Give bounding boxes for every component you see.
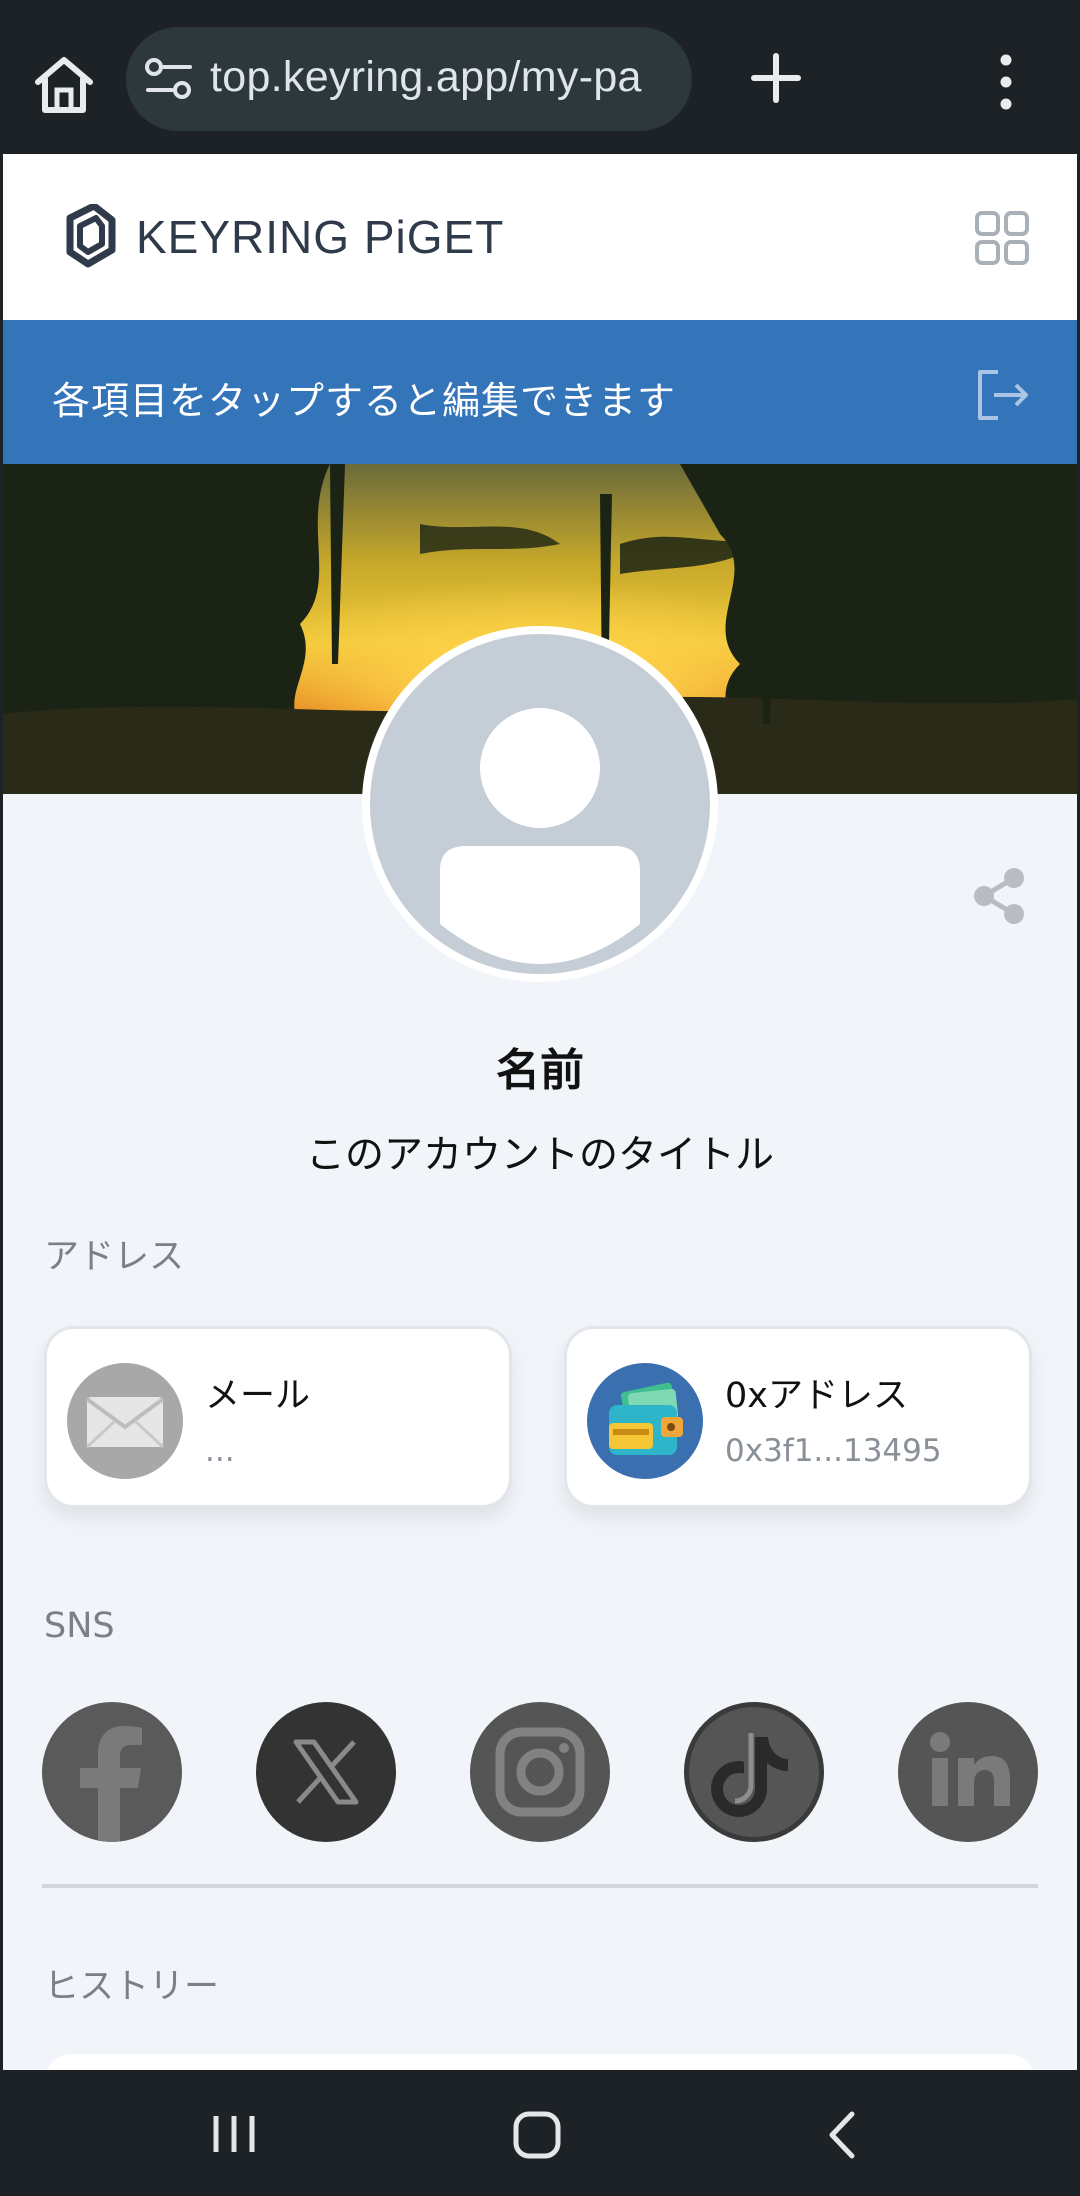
instagram-icon[interactable] [470,1702,610,1842]
tiktok-icon[interactable] [684,1702,824,1842]
email-card[interactable]: メール ... [44,1326,512,1508]
site-settings-icon[interactable] [144,57,194,101]
edit-hint-banner: 各項目をタップすると編集できます [0,320,1080,464]
profile-title[interactable]: このアカウントのタイトル [0,1124,1080,1180]
wallet-value: 0x3f1...13495 [725,1433,942,1469]
page-edge-left [0,154,3,2070]
system-navigation-bar [0,2070,1080,2196]
new-tab-icon[interactable] [748,50,804,106]
app-header: KEYRING PiGET [0,154,1080,320]
avatar[interactable] [362,626,718,982]
default-user-icon [440,708,640,964]
email-value: ... [205,1433,235,1469]
sns-section-label: SNS [44,1606,115,1646]
url-text[interactable]: top.keyring.app/my-pa [210,53,642,102]
brand-name[interactable]: KEYRING PiGET [136,210,504,264]
more-options-icon[interactable] [988,52,1024,112]
share-icon[interactable] [970,866,1030,926]
x-icon[interactable] [256,1702,396,1842]
edit-hint-text: 各項目をタップすると編集できます [52,379,677,423]
mail-icon [67,1363,183,1479]
history-card[interactable] [44,2054,1036,2070]
back-icon[interactable] [822,2110,862,2160]
facebook-icon[interactable] [42,1702,182,1842]
wallet-address-card[interactable]: 0xアドレス 0x3f1...13495 [564,1326,1032,1508]
profile-name[interactable]: 名前 [0,1034,1080,1098]
address-section-label: アドレス [44,1237,185,1277]
grid-menu-icon[interactable] [974,210,1030,266]
wallet-title: 0xアドレス [725,1376,908,1416]
home-icon[interactable] [30,50,98,118]
home-nav-icon[interactable] [512,2110,562,2160]
section-divider [42,1884,1038,1888]
history-section-label: ヒストリー [44,1967,220,2007]
address-bar[interactable]: top.keyring.app/my-pa [126,27,692,131]
wallet-icon [587,1363,703,1479]
email-title: メール [205,1376,311,1416]
web-page: KEYRING PiGET 各項目をタップすると編集できます 名前 このアカウン… [0,154,1080,2070]
recent-apps-icon[interactable] [210,2112,258,2156]
keyring-logo-icon [66,204,116,268]
logout-icon[interactable] [974,366,1032,424]
linkedin-icon[interactable] [898,1702,1038,1842]
browser-toolbar: top.keyring.app/my-pa [0,0,1080,154]
